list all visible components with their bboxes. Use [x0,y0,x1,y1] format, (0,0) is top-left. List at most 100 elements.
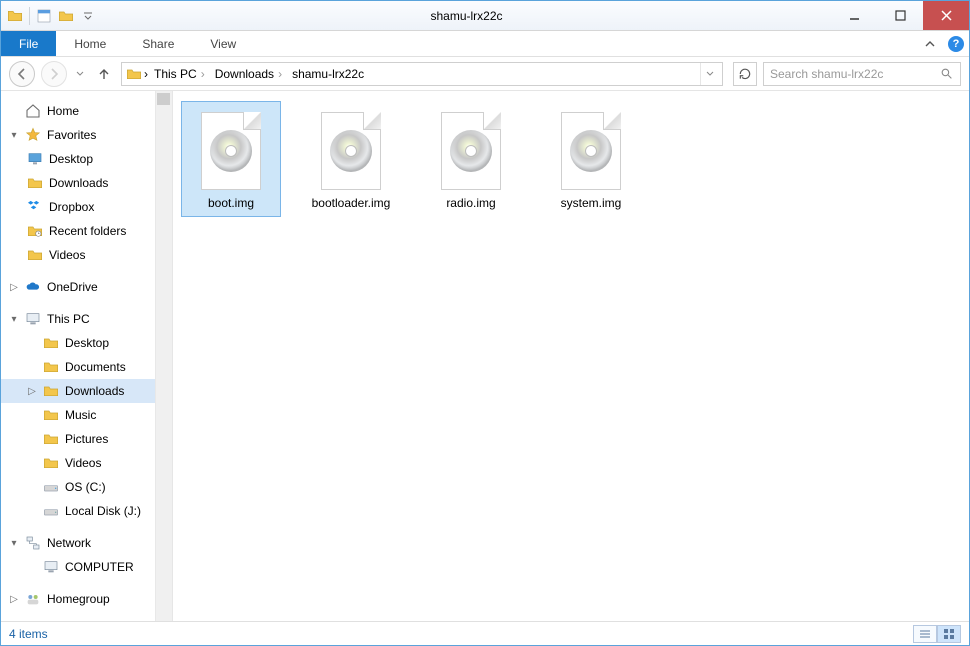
address-folder-icon [126,66,142,82]
nav-fav-videos[interactable]: Videos [1,243,172,267]
nav-label: COMPUTER [65,560,134,574]
qat-divider [29,7,30,25]
nav-pc-music[interactable]: ▷Music [1,403,172,427]
back-button[interactable] [9,61,35,87]
status-bar: 4 items [1,621,969,645]
folder-icon [27,247,43,263]
tab-share[interactable]: Share [124,31,192,56]
recent-locations-button[interactable] [73,70,87,78]
nav-pc-desktop[interactable]: ▷Desktop [1,331,172,355]
homegroup-icon [25,591,41,607]
folder-icon [43,335,59,351]
minimize-button[interactable] [831,1,877,30]
nav-label: Home [47,104,79,118]
breadcrumb-label: This PC [154,67,197,81]
new-folder-icon[interactable] [58,8,74,24]
nav-fav-downloads[interactable]: Downloads [1,171,172,195]
home-icon [25,103,41,119]
breadcrumb-label: shamu-lrx22c [292,67,364,81]
tab-home[interactable]: Home [56,31,124,56]
folder-icon [27,175,43,191]
nav-fav-desktop[interactable]: Desktop [1,147,172,171]
file-label: radio.img [446,196,495,210]
nav-fav-dropbox[interactable]: Dropbox [1,195,172,219]
recent-icon [27,223,43,239]
forward-button[interactable] [41,61,67,87]
computer-icon [25,311,41,327]
icons-view-button[interactable] [937,625,961,643]
search-placeholder: Search shamu-lrx22c [770,67,938,81]
breadcrumb-current[interactable]: shamu-lrx22c [288,67,368,81]
nav-this-pc[interactable]: ▾ This PC [1,307,172,331]
window-title: shamu-lrx22c [102,1,831,30]
file-tab[interactable]: File [1,31,56,56]
disc-image-icon [315,108,387,190]
nav-pc-drive-j[interactable]: ▷Local Disk (J:) [1,499,172,523]
file-list[interactable]: boot.imgbootloader.img radio.img system.im… [173,91,969,621]
folder-icon [43,359,59,375]
tab-view[interactable]: View [192,31,254,56]
navigation-bar: › This PC › Downloads › shamu-lrx22c Searc… [1,57,969,91]
nav-label: Dropbox [49,200,94,214]
nav-network-computer[interactable]: ▷COMPUTER [1,555,172,579]
folder-icon [43,407,59,423]
details-view-button[interactable] [913,625,937,643]
qat-dropdown-icon[interactable] [80,8,96,24]
desktop-icon [27,151,43,167]
navigation-pane[interactable]: ▷ Home ▾ Favorites Desktop Downloads Dro… [1,91,173,621]
disc-image-icon [195,108,267,190]
address-bar[interactable]: › This PC › Downloads › shamu-lrx22c [121,62,723,86]
nav-label: Downloads [65,384,124,398]
disc-image-icon [555,108,627,190]
address-dropdown-button[interactable] [700,63,718,85]
disc-image-icon [435,108,507,190]
nav-label: Pictures [65,432,108,446]
onedrive-icon [25,279,41,295]
chevron-right-icon[interactable]: › [278,67,282,81]
nav-pc-pictures[interactable]: ▷Pictures [1,427,172,451]
refresh-button[interactable] [733,62,757,86]
nav-pc-videos[interactable]: ▷Videos [1,451,172,475]
window-controls [831,1,969,30]
item-count: 4 items [9,627,48,641]
breadcrumb-downloads[interactable]: Downloads › [211,67,286,81]
nav-label: This PC [47,312,90,326]
breadcrumb-label: Downloads [215,67,274,81]
maximize-button[interactable] [877,1,923,30]
file-item[interactable]: bootloader.img [301,101,401,217]
search-icon [938,66,954,82]
nav-home[interactable]: ▷ Home [1,99,172,123]
nav-label: Homegroup [47,592,110,606]
nav-fav-recent[interactable]: Recent folders [1,219,172,243]
title-bar: shamu-lrx22c [1,1,969,31]
nav-label: Network [47,536,91,550]
file-item[interactable]: radio.img [421,101,521,217]
file-label: system.img [561,196,622,210]
search-box[interactable]: Search shamu-lrx22c [763,62,961,86]
chevron-right-icon[interactable]: › [201,67,205,81]
nav-onedrive[interactable]: ▷ OneDrive [1,275,172,299]
up-button[interactable] [93,63,115,85]
file-item[interactable]: system.img [541,101,641,217]
nav-label: Videos [65,456,101,470]
scrollbar[interactable] [155,91,172,621]
folder-icon [43,431,59,447]
nav-pc-documents[interactable]: ▷Documents [1,355,172,379]
close-button[interactable] [923,1,969,30]
chevron-right-icon[interactable]: › [144,67,148,81]
drive-icon [43,479,59,495]
file-item[interactable]: boot.img [181,101,281,217]
nav-network[interactable]: ▾ Network [1,531,172,555]
ribbon-collapse-button[interactable] [917,31,943,56]
nav-label: Videos [49,248,85,262]
nav-pc-drive-c[interactable]: ▷OS (C:) [1,475,172,499]
nav-homegroup[interactable]: ▷ Homegroup [1,587,172,611]
breadcrumb-this-pc[interactable]: This PC › [150,67,209,81]
help-button[interactable]: ? [943,31,969,56]
folder-icon [43,455,59,471]
nav-pc-downloads[interactable]: ▷Downloads [1,379,172,403]
nav-label: Downloads [49,176,108,190]
nav-favorites[interactable]: ▾ Favorites [1,123,172,147]
scrollbar-thumb[interactable] [157,93,170,105]
properties-icon[interactable] [36,8,52,24]
